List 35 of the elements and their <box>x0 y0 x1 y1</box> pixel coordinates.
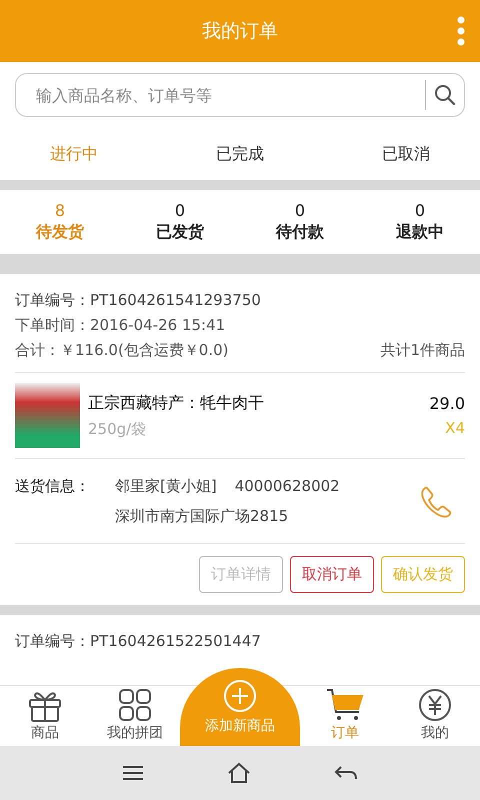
product-spec: 250g/袋 <box>88 420 148 438</box>
product-price: 29.0 <box>429 394 465 413</box>
cart-icon <box>326 688 364 722</box>
grid-icon <box>118 688 152 722</box>
delivery-label: 送货信息： <box>15 476 91 497</box>
delivery-address: 深圳市南方国际广场2815 <box>115 506 290 527</box>
order-time: 下单时间：2016-04-26 15:41 <box>15 316 226 334</box>
recipient-phone: 40000628002 <box>234 476 340 497</box>
page-title: 我的订单 <box>202 19 278 44</box>
nav-tab[interactable]: 商品 <box>0 686 90 746</box>
search-field[interactable]: 输入商品名称、订单号等 <box>15 73 465 117</box>
product-quantity: X4 <box>445 419 465 437</box>
nav-tab[interactable]: 我的拼团 <box>90 686 180 746</box>
order-action-button[interactable]: 取消订单 <box>290 556 374 593</box>
item-count: 共计1件商品 <box>380 341 465 360</box>
back-icon[interactable] <box>334 765 358 781</box>
yen-icon <box>418 688 452 722</box>
status-filter[interactable]: 0 已发货 <box>120 190 240 254</box>
status-filter[interactable]: 0 待付款 <box>240 190 360 254</box>
order-tab[interactable]: 已取消 <box>362 140 450 168</box>
nav-tab[interactable]: 我的 <box>390 686 480 746</box>
order-total: 合计：￥116.0(包含运费￥0.0) <box>15 341 229 360</box>
product-photo-placeholder <box>15 383 80 448</box>
menu-icon[interactable] <box>122 765 144 781</box>
order-number: 订单编号：PT1604261541293750 <box>15 291 261 309</box>
gift-icon <box>27 690 63 722</box>
order-number: 订单编号：PT1604261522501447 <box>15 632 261 650</box>
search-icon[interactable] <box>434 84 456 106</box>
search-input[interactable]: 输入商品名称、订单号等 <box>34 84 425 106</box>
status-filter[interactable]: 0 退款中 <box>360 190 480 254</box>
product-name: 正宗西藏特产：牦牛肉干 <box>88 392 265 414</box>
recipient-name: 邻里家[黄小姐] <box>115 476 217 497</box>
order-tab[interactable]: 已完成 <box>196 140 284 168</box>
plus-icon <box>223 679 257 713</box>
home-icon[interactable] <box>226 762 251 784</box>
